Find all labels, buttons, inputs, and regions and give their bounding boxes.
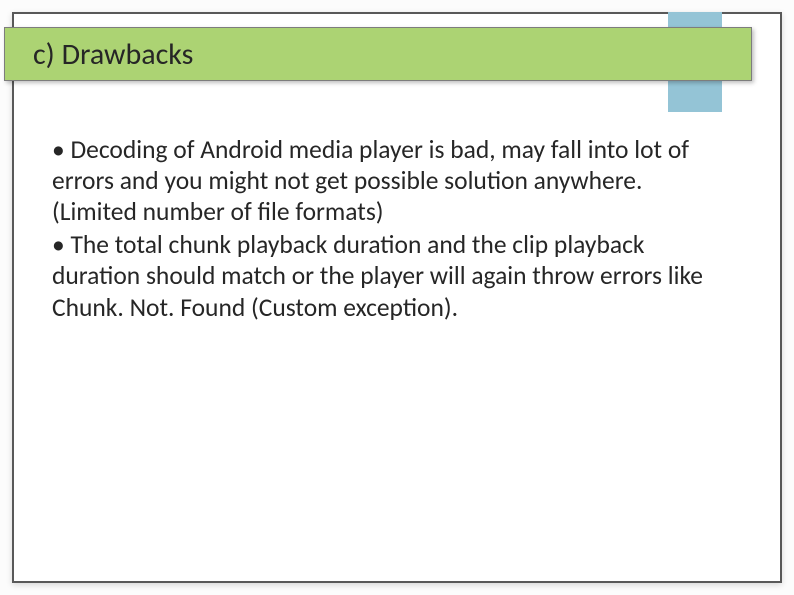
bullet-item: • The total chunk playback duration and … xyxy=(52,229,720,322)
slide-frame: c) Drawbacks • Decoding of Android media… xyxy=(12,12,782,583)
slide-title: c) Drawbacks xyxy=(33,36,193,73)
slide-content: • Decoding of Android media player is ba… xyxy=(52,134,720,325)
slide-container: c) Drawbacks • Decoding of Android media… xyxy=(0,0,794,595)
title-bar: c) Drawbacks xyxy=(4,27,752,81)
bullet-item: • Decoding of Android media player is ba… xyxy=(52,134,720,227)
